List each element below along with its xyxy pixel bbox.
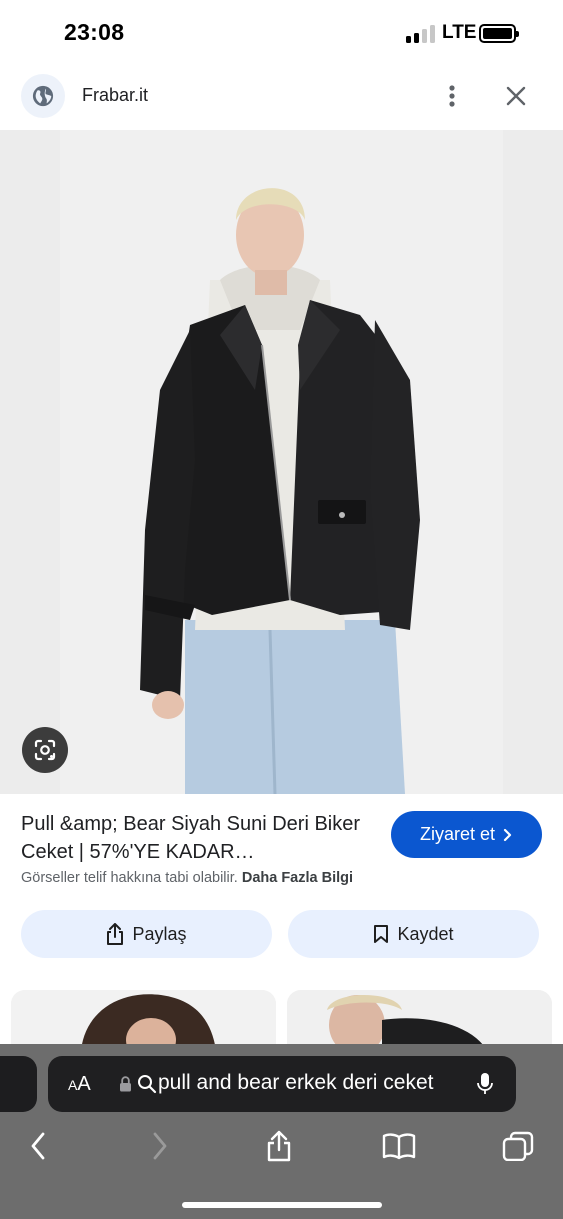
more-vert-icon[interactable] — [440, 80, 464, 112]
cellular-signal-icon — [406, 25, 436, 43]
copyright-notice: Görseller telif hakkına tabi olabilir. D… — [21, 870, 353, 886]
save-label: Kaydet — [397, 923, 454, 944]
visit-button-label: Ziyaret et — [419, 824, 496, 844]
lock-icon — [120, 1076, 131, 1092]
status-time: 23:08 — [64, 19, 125, 45]
back-icon[interactable] — [18, 1130, 58, 1162]
reader-settings-button[interactable]: AA — [68, 1073, 91, 1096]
search-icon — [138, 1075, 157, 1094]
share-button[interactable]: Paylaş — [21, 910, 272, 958]
forward-icon[interactable] — [140, 1130, 180, 1162]
related-image-1[interactable] — [11, 990, 276, 1050]
model-jacket-illustration — [0, 130, 563, 794]
related-image-1-thumbnail — [11, 990, 276, 1050]
chevron-right-icon — [503, 828, 512, 841]
product-image[interactable] — [0, 130, 563, 794]
bookmarks-icon[interactable] — [379, 1130, 419, 1162]
status-bar: 23:08 LTE — [0, 0, 563, 66]
address-bar[interactable]: AA pull and bear erkek deri ceket — [48, 1056, 516, 1112]
site-header: Frabar.it — [0, 66, 563, 130]
lens-icon — [34, 739, 56, 761]
bookmark-icon — [374, 925, 389, 943]
previous-tab-preview[interactable] — [0, 1056, 37, 1112]
result-title[interactable]: Pull &amp; Bear Siyah Suni Deri Biker Ce… — [21, 810, 371, 866]
save-button[interactable]: Kaydet — [288, 910, 539, 958]
globe-icon[interactable] — [21, 74, 65, 118]
lens-search-button[interactable] — [22, 727, 68, 773]
more-info-link[interactable]: Daha Fazla Bilgi — [242, 870, 353, 886]
share-label: Paylaş — [132, 923, 187, 944]
copyright-text: Görseller telif hakkına tabi olabilir. — [21, 870, 238, 886]
close-icon[interactable] — [500, 80, 532, 112]
related-image-2[interactable] — [287, 990, 552, 1050]
visit-button[interactable]: Ziyaret et — [391, 811, 542, 858]
battery-icon — [479, 24, 519, 43]
browser-toolbar: AA pull and bear erkek deri ceket — [0, 1044, 563, 1219]
home-indicator — [182, 1202, 382, 1208]
related-image-2-thumbnail — [287, 990, 552, 1050]
tabs-icon[interactable] — [498, 1130, 538, 1162]
share-icon[interactable] — [259, 1130, 299, 1162]
share-icon — [107, 923, 124, 945]
network-type: LTE — [442, 22, 477, 43]
url-text[interactable]: pull and bear erkek deri ceket — [158, 1071, 434, 1095]
microphone-icon[interactable] — [476, 1072, 494, 1096]
site-name[interactable]: Frabar.it — [82, 85, 148, 106]
